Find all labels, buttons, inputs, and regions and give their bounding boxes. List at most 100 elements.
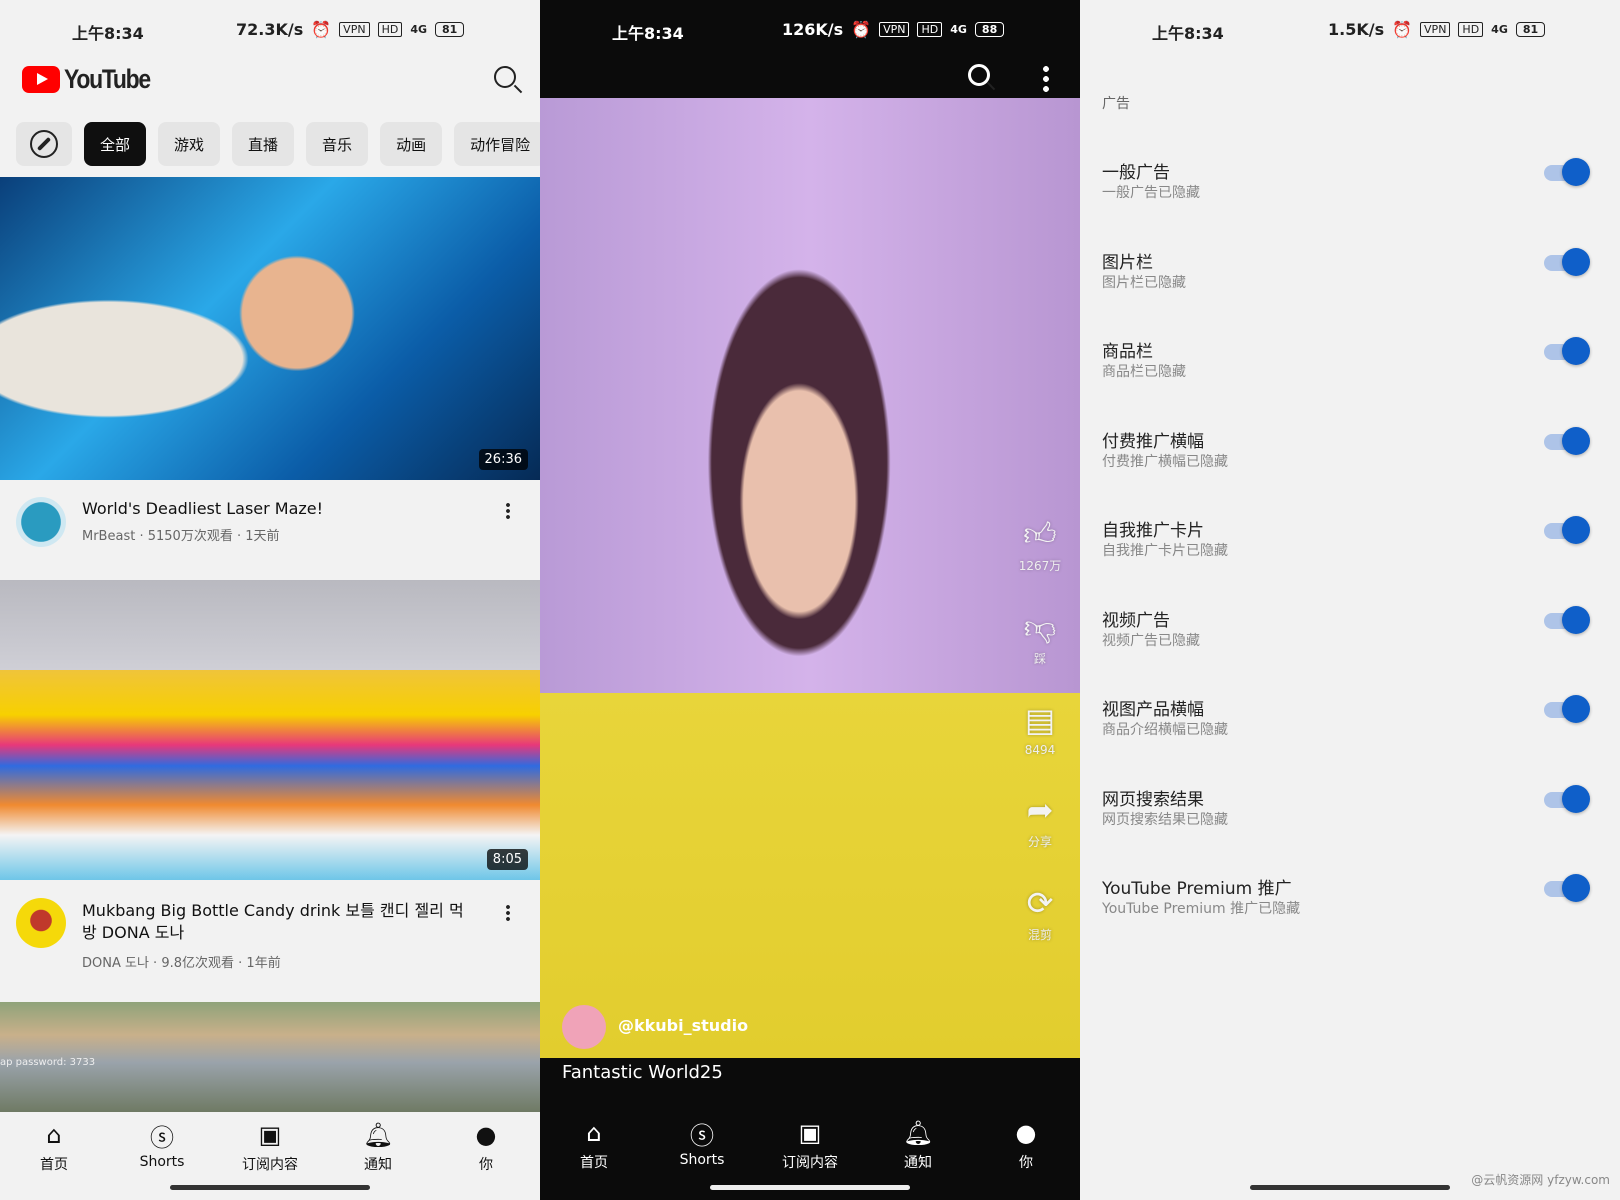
chip-music[interactable]: 音乐 xyxy=(306,122,369,166)
nav-label: 订阅内容 xyxy=(782,1155,838,1171)
nav-notifications[interactable]: 🔔︎ 通知 xyxy=(324,1120,432,1184)
status-bar: 上午8:34 126K/s ⏰ VPN HD 4G 88 xyxy=(540,16,1080,44)
search-icon[interactable] xyxy=(494,66,516,88)
bell-icon: 🔔︎ xyxy=(362,1121,394,1149)
video-info[interactable]: Mukbang Big Bottle Candy drink 보틀 캔디 젤리 … xyxy=(0,880,540,1000)
gesture-bar[interactable] xyxy=(170,1185,370,1190)
setting-item[interactable]: 商品栏 商品栏已隐藏 xyxy=(1080,337,1620,417)
setting-toggle[interactable] xyxy=(1544,874,1590,902)
setting-toggle[interactable] xyxy=(1544,516,1590,544)
youtube-logo[interactable]: YouTube xyxy=(22,64,165,95)
view-count: 9.8亿次观看 xyxy=(161,956,235,971)
chip-gaming[interactable]: 游戏 xyxy=(158,122,221,166)
nav-label: 你 xyxy=(1019,1155,1033,1171)
toggle-knob xyxy=(1562,605,1590,634)
video-title[interactable]: Mukbang Big Bottle Candy drink 보틀 캔디 젤리 … xyxy=(82,900,472,944)
setting-item[interactable]: 自我推广卡片 自我推广卡片已隐藏 xyxy=(1080,516,1620,596)
chip-action-adventure[interactable]: 动作冒险 xyxy=(454,122,540,166)
setting-title: 商品栏 xyxy=(1102,342,1153,362)
setting-title: 一般广告 xyxy=(1102,163,1170,183)
status-time: 上午8:34 xyxy=(612,24,684,43)
nav-subscriptions[interactable]: ▣ 订阅内容 xyxy=(216,1120,324,1184)
section-header: 广告 xyxy=(1102,96,1130,112)
setting-toggle[interactable] xyxy=(1544,426,1590,455)
shorts-icon: ⓢ xyxy=(150,1123,174,1152)
remix-button[interactable]: ⟳ 混剪 xyxy=(1027,884,1054,943)
setting-subtitle: YouTube Premium 推广已隐藏 xyxy=(1102,901,1301,917)
thumbs-up-icon: 👍︎ xyxy=(1023,515,1057,553)
setting-item[interactable]: 图片栏 图片栏已隐藏 xyxy=(1080,247,1620,328)
more-options-icon[interactable] xyxy=(506,502,510,520)
shorts-icon: ⓢ xyxy=(690,1121,714,1150)
setting-toggle[interactable] xyxy=(1544,247,1590,276)
signal-icon: 4G xyxy=(950,23,967,36)
nav-home[interactable]: ⌂ 首页 xyxy=(540,1118,648,1184)
comments-button[interactable]: ▤ 8494 xyxy=(1025,701,1056,757)
nav-label: 通知 xyxy=(364,1157,392,1173)
subscriptions-icon: ▣ xyxy=(798,1119,822,1147)
video-thumbnail[interactable]: ap password: 3733 xyxy=(0,1002,540,1112)
nav-label: 首页 xyxy=(40,1157,68,1173)
video-info[interactable]: World's Deadliest Laser Maze! MrBeast · … xyxy=(0,480,540,580)
nav-you[interactable]: ● 你 xyxy=(972,1118,1080,1184)
view-count: 5150万次观看 xyxy=(147,529,233,544)
toggle-knob xyxy=(1562,247,1590,276)
more-options-icon[interactable] xyxy=(1043,64,1049,92)
home-icon: ⌂ xyxy=(46,1121,62,1149)
nav-notifications[interactable]: 🔔︎ 通知 xyxy=(864,1118,972,1184)
nav-shorts[interactable]: ⓢ Shorts xyxy=(108,1120,216,1184)
bottom-nav: ⌂ 首页 ⓢ Shorts ▣ 订阅内容 🔔︎ 通知 ● 你 xyxy=(540,1118,1080,1184)
watermark: @云帆资源网 yfzyw.com xyxy=(1471,1173,1610,1187)
setting-item[interactable]: 视图产品横幅 商品介绍横幅已隐藏 xyxy=(1080,695,1620,775)
explore-chip[interactable] xyxy=(16,122,72,166)
gesture-bar[interactable] xyxy=(710,1185,910,1190)
nav-home[interactable]: ⌂ 首页 xyxy=(0,1120,108,1184)
search-icon[interactable] xyxy=(968,64,990,86)
more-options-icon[interactable] xyxy=(506,904,510,922)
setting-subtitle: 一般广告已隐藏 xyxy=(1102,185,1200,201)
upload-age: 1年前 xyxy=(246,956,281,971)
alarm-icon: ⏰ xyxy=(1392,20,1413,39)
network-speed: 126K/s xyxy=(782,20,844,39)
nav-you[interactable]: ● 你 xyxy=(432,1120,540,1184)
setting-toggle[interactable] xyxy=(1544,605,1590,634)
setting-toggle[interactable] xyxy=(1544,337,1590,365)
setting-toggle[interactable] xyxy=(1544,158,1590,186)
short-video[interactable] xyxy=(540,98,1080,1058)
channel-avatar[interactable] xyxy=(16,497,66,547)
dislike-button[interactable]: 👎︎ 踩 xyxy=(1024,608,1056,667)
channel-avatar[interactable] xyxy=(562,1005,606,1049)
video-thumbnail[interactable]: 26:36 xyxy=(0,177,540,480)
chip-live[interactable]: 直播 xyxy=(232,122,295,166)
category-chips: 全部 游戏 直播 音乐 动画 动作冒险 xyxy=(16,122,540,166)
setting-toggle[interactable] xyxy=(1544,784,1590,813)
video-title[interactable]: World's Deadliest Laser Maze! xyxy=(82,498,472,520)
nav-subscriptions[interactable]: ▣ 订阅内容 xyxy=(756,1118,864,1184)
setting-toggle[interactable] xyxy=(1544,695,1590,723)
toggle-knob xyxy=(1562,337,1590,365)
short-caption[interactable]: Fantastic World25 xyxy=(562,1062,723,1083)
setting-item[interactable]: 视频广告 视频广告已隐藏 xyxy=(1080,605,1620,686)
setting-item[interactable]: YouTube Premium 推广 YouTube Premium 推广已隐藏 xyxy=(1080,874,1620,954)
channel-avatar[interactable] xyxy=(16,898,66,948)
setting-title: 网页搜索结果 xyxy=(1102,789,1204,810)
setting-item[interactable]: 网页搜索结果 网页搜索结果已隐藏 xyxy=(1080,784,1620,865)
channel-handle[interactable]: @kkubi_studio xyxy=(618,1016,748,1035)
setting-item[interactable]: 付费推广横幅 付费推广横幅已隐藏 xyxy=(1080,426,1620,507)
like-button[interactable]: 👍︎ 1267万 xyxy=(1019,515,1062,574)
setting-title: 自我推广卡片 xyxy=(1102,521,1204,541)
status-bar: 上午8:34 1.5K/s ⏰ VPN HD 4G 81 xyxy=(1080,16,1620,44)
setting-title: 视图产品横幅 xyxy=(1102,700,1204,720)
video-meta: DONA 도나 · 9.8亿次观看 · 1年前 xyxy=(82,956,281,971)
battery-icon: 88 xyxy=(974,22,1005,37)
nav-shorts[interactable]: ⓢ Shorts xyxy=(648,1118,756,1184)
chip-all[interactable]: 全部 xyxy=(84,122,147,166)
share-icon: ➦ xyxy=(1026,791,1054,829)
gesture-bar[interactable] xyxy=(1250,1185,1450,1190)
video-thumbnail[interactable]: 8:05 xyxy=(0,580,540,880)
vpn-icon: VPN xyxy=(879,22,910,37)
setting-title: 视频广告 xyxy=(1102,610,1170,631)
share-button[interactable]: ➦ 分享 xyxy=(1027,791,1054,850)
setting-item[interactable]: 一般广告 一般广告已隐藏 xyxy=(1080,158,1620,238)
chip-animation[interactable]: 动画 xyxy=(380,122,443,166)
